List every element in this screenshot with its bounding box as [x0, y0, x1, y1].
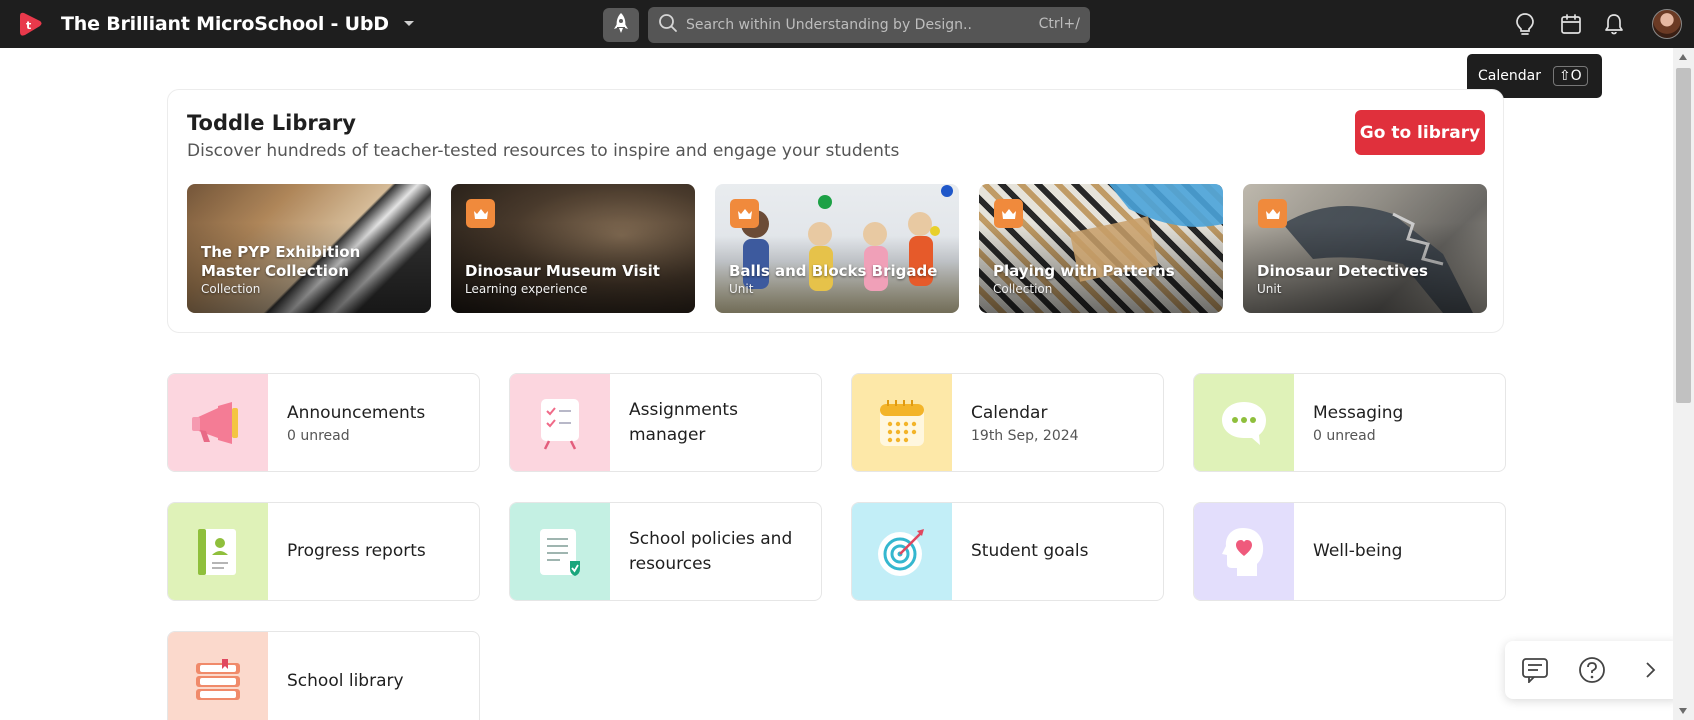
- library-tile[interactable]: Balls and Blocks Brigade Unit: [715, 184, 959, 313]
- top-bar: t The Brilliant MicroSchool - UbD Ctrl+/: [0, 0, 1694, 48]
- help-widget: [1505, 641, 1681, 699]
- calendar-icon: [852, 374, 952, 471]
- feature-subtitle: 0 unread: [1313, 428, 1376, 444]
- feature-subtitle: 19th Sep, 2024: [971, 428, 1079, 444]
- checklist-icon: [510, 374, 610, 471]
- toddle-logo-icon: t: [16, 10, 44, 38]
- announcements-card[interactable]: Announcements 0 unread: [167, 373, 480, 472]
- user-avatar[interactable]: [1652, 9, 1682, 39]
- crown-badge-icon: [994, 199, 1023, 228]
- progress-reports-card[interactable]: Progress reports: [167, 502, 480, 601]
- tile-type: Collection: [201, 282, 261, 296]
- tile-type: Learning experience: [465, 282, 588, 296]
- library-title: Toddle Library: [187, 111, 356, 135]
- assignments-manager-card[interactable]: Assignments manager: [509, 373, 822, 472]
- toddle-library-card: Toddle Library Discover hundreds of teac…: [167, 89, 1504, 333]
- report-icon: [168, 503, 268, 600]
- org-name: The Brilliant MicroSchool - UbD: [61, 13, 389, 35]
- well-being-card[interactable]: Well-being: [1193, 502, 1506, 601]
- scroll-up-arrow[interactable]: [1679, 54, 1687, 60]
- search-icon: [658, 13, 678, 37]
- school-library-card[interactable]: School library: [167, 631, 480, 720]
- messaging-card[interactable]: Messaging 0 unread: [1193, 373, 1506, 472]
- feature-title: Progress reports: [287, 541, 426, 561]
- library-tile[interactable]: The PYP Exhibition Master Collection Col…: [187, 184, 431, 313]
- search-bar[interactable]: Ctrl+/: [648, 7, 1090, 43]
- feature-title: Messaging: [1313, 403, 1404, 423]
- feature-title: Student goals: [971, 541, 1089, 561]
- tile-type: Unit: [729, 282, 754, 296]
- tile-title: Balls and Blocks Brigade: [729, 262, 938, 280]
- chevron-right-icon[interactable]: [1635, 655, 1665, 685]
- page-scrollbar[interactable]: [1673, 48, 1694, 720]
- library-tiles: The PYP Exhibition Master Collection Col…: [187, 184, 1487, 313]
- scroll-down-arrow[interactable]: [1679, 708, 1687, 714]
- help-icon[interactable]: [1577, 655, 1607, 685]
- library-tile[interactable]: Playing with Patterns Collection: [979, 184, 1223, 313]
- tile-title: Dinosaur Museum Visit: [465, 262, 660, 280]
- scroll-thumb[interactable]: [1676, 68, 1691, 403]
- feature-title: Calendar: [971, 403, 1048, 423]
- rocket-button[interactable]: [603, 8, 639, 42]
- library-tile[interactable]: Dinosaur Detectives Unit: [1243, 184, 1487, 313]
- feature-title: Assignments manager: [629, 399, 738, 445]
- tooltip-label: Calendar: [1478, 68, 1541, 84]
- policy-doc-icon: [510, 503, 610, 600]
- tile-title: The PYP Exhibition Master Collection: [201, 243, 361, 280]
- school-policies-card[interactable]: School policies and resources: [509, 502, 822, 601]
- feature-subtitle: 0 unread: [287, 428, 350, 444]
- library-subtitle: Discover hundreds of teacher-tested reso…: [187, 141, 900, 161]
- tile-title: Playing with Patterns: [993, 262, 1175, 280]
- go-to-library-button[interactable]: Go to library: [1355, 110, 1485, 155]
- tile-type: Unit: [1257, 282, 1282, 296]
- rocket-icon: [611, 12, 631, 38]
- chevron-down-icon[interactable]: [399, 14, 419, 34]
- megaphone-icon: [168, 374, 268, 471]
- crown-badge-icon: [730, 199, 759, 228]
- feature-title: Announcements: [287, 403, 426, 423]
- feedback-icon[interactable]: [1520, 655, 1550, 685]
- library-tile[interactable]: Dinosaur Museum Visit Learning experienc…: [451, 184, 695, 313]
- tile-type: Collection: [993, 282, 1053, 296]
- calendar-icon[interactable]: [1557, 10, 1585, 38]
- feature-title: School policies and resources: [629, 528, 793, 574]
- chat-icon: [1194, 374, 1294, 471]
- search-input[interactable]: [686, 17, 1016, 33]
- target-icon: [852, 503, 952, 600]
- org-switcher[interactable]: t The Brilliant MicroSchool - UbD: [0, 0, 419, 48]
- student-goals-card[interactable]: Student goals: [851, 502, 1164, 601]
- tooltip-shortcut: ⇧O: [1552, 66, 1588, 86]
- crown-badge-icon: [1258, 199, 1287, 228]
- bell-icon[interactable]: [1600, 10, 1628, 38]
- books-icon: [168, 632, 268, 720]
- heart-head-icon: [1194, 503, 1294, 600]
- feature-title: School library: [287, 670, 404, 691]
- crown-badge-icon: [466, 199, 495, 228]
- search-shortcut-hint: Ctrl+/: [1038, 16, 1080, 32]
- tile-title: Dinosaur Detectives: [1257, 262, 1428, 280]
- feature-title: Well-being: [1313, 541, 1403, 561]
- calendar-card[interactable]: Calendar 19th Sep, 2024: [851, 373, 1164, 472]
- svg-text:t: t: [26, 19, 31, 32]
- lightbulb-icon[interactable]: [1511, 10, 1539, 38]
